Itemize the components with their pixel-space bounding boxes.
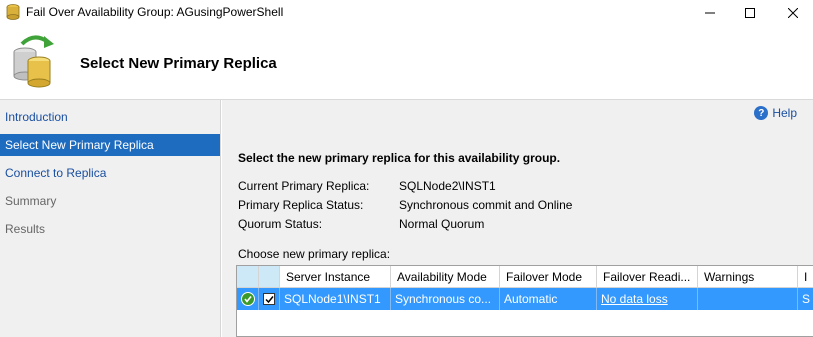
grid-header-failover-readiness[interactable]: Failover Readi...	[597, 266, 698, 288]
grid-header-warnings[interactable]: Warnings	[698, 266, 798, 288]
grid-header-status	[237, 266, 259, 288]
wizard-header: Select New Primary Replica	[0, 26, 813, 99]
sidebar-item-summary: Summary	[5, 194, 57, 208]
row-extra: S	[798, 288, 813, 310]
sidebar-item-introduction[interactable]: Introduction	[0, 106, 220, 128]
help-link[interactable]: ? Help	[754, 106, 797, 120]
row-server-instance: SQLNode1\INST1	[280, 288, 391, 310]
row-select-cell	[259, 288, 280, 310]
primary-replica-status-label: Primary Replica Status:	[238, 198, 364, 212]
replica-grid[interactable]: Server Instance Availability Mode Failov…	[236, 265, 813, 337]
sidebar-item-results: Results	[5, 222, 46, 236]
current-primary-replica-value: SQLNode2\INST1	[399, 179, 496, 193]
row-failover-mode: Automatic	[500, 288, 597, 310]
help-icon: ?	[754, 106, 769, 120]
title-bar: Fail Over Availability Group: AGusingPow…	[0, 0, 813, 26]
database-icon	[6, 4, 20, 20]
instruction-text: Select the new primary replica for this …	[238, 151, 561, 165]
window-title: Fail Over Availability Group: AGusingPow…	[26, 5, 284, 19]
close-button[interactable]	[773, 0, 813, 26]
wizard-sidebar: Introduction Select New Primary Replica …	[0, 100, 221, 337]
row-warnings	[698, 288, 798, 310]
current-primary-replica-label: Current Primary Replica:	[238, 179, 370, 193]
failover-database-icon	[13, 35, 54, 88]
quorum-status-value: Normal Quorum	[399, 217, 485, 231]
sidebar-item-select-new-primary-replica[interactable]: Select New Primary Replica	[0, 134, 220, 156]
main-panel: ? Help Select the new primary replica fo…	[222, 100, 813, 337]
page-title: Select New Primary Replica	[80, 55, 277, 72]
grid-header-select	[259, 266, 280, 288]
maximize-icon	[745, 8, 755, 18]
choose-replica-label: Choose new primary replica:	[238, 247, 391, 261]
checkmark-icon	[264, 295, 274, 303]
grid-header-extra[interactable]: I	[798, 266, 813, 288]
success-check-icon	[240, 292, 255, 306]
table-row[interactable]: SQLNode1\INST1 Synchronous co... Automat…	[237, 288, 813, 310]
maximize-button[interactable]	[727, 0, 773, 26]
row-availability-mode: Synchronous co...	[391, 288, 500, 310]
minimize-icon	[705, 12, 715, 14]
replica-select-checkbox[interactable]	[263, 293, 275, 305]
close-icon	[788, 8, 798, 18]
quorum-status-label: Quorum Status:	[238, 217, 323, 231]
primary-replica-status-value: Synchronous commit and Online	[399, 198, 573, 212]
grid-header-availability-mode[interactable]: Availability Mode	[391, 266, 500, 288]
sidebar-item-connect-to-replica[interactable]: Connect to Replica	[0, 162, 220, 184]
grid-header-failover-mode[interactable]: Failover Mode	[500, 266, 597, 288]
row-status-cell	[237, 288, 259, 310]
row-failover-readiness: No data loss	[597, 288, 698, 310]
grid-header-server-instance[interactable]: Server Instance	[280, 266, 391, 288]
grid-header: Server Instance Availability Mode Failov…	[237, 266, 813, 288]
failover-readiness-link[interactable]: No data loss	[601, 292, 668, 306]
help-label: Help	[772, 106, 797, 120]
